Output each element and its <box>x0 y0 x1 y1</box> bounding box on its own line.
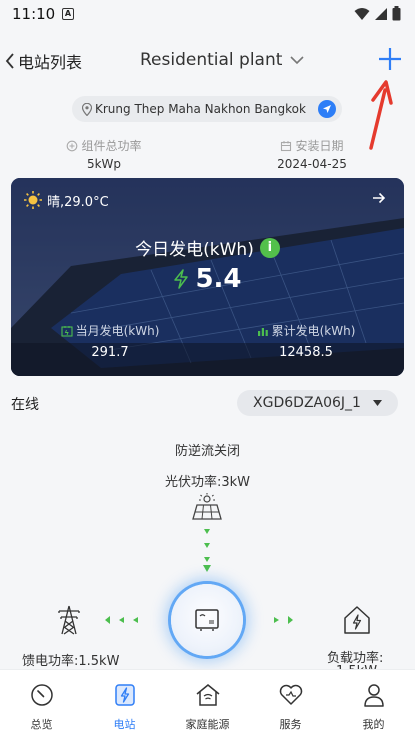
plant-selector[interactable]: Residential plant <box>140 50 304 70</box>
anti-backflow-status: 防逆流关闭 <box>174 444 240 459</box>
navigate-icon[interactable] <box>318 100 336 118</box>
install-label: 安装日期 <box>295 139 344 153</box>
tab-service-label: 服务 <box>279 718 302 731</box>
annotation-arrow-icon <box>369 80 393 150</box>
gauge-icon <box>30 684 53 706</box>
calendar-icon <box>61 325 73 337</box>
grid-flow-arrows <box>105 616 138 624</box>
add-button[interactable] <box>377 46 403 72</box>
sun-icon <box>24 191 42 209</box>
status-time: 11:10 <box>12 5 56 23</box>
month-value: 291.7 <box>91 345 129 360</box>
weather-text: 晴,29.0°C <box>47 194 109 210</box>
load-house-icon <box>344 606 370 634</box>
location-text: Krung Thep Maha Nakhon Bangkok <box>95 102 306 116</box>
device-name: XGD6DZA06J_1 <box>253 395 361 411</box>
capacity-info: 组件总功率 5kWp <box>58 137 150 171</box>
chevron-down-icon <box>290 55 304 64</box>
weather-info: 晴,29.0°C <box>23 190 109 210</box>
bar-chart-icon <box>257 327 268 336</box>
today-title-text: 今日发电(kWh) <box>135 240 254 260</box>
tab-overview-label: 总览 <box>30 718 53 731</box>
capacity-value: 5kWp <box>86 157 122 171</box>
install-date-info: 安装日期 2024-04-25 <box>268 137 356 171</box>
device-selector[interactable]: XGD6DZA06J_1 <box>237 390 398 416</box>
app-notification-icon: A <box>62 8 74 20</box>
grid-tower-icon <box>58 605 80 635</box>
person-icon <box>363 684 384 707</box>
today-generation: 5.4 <box>11 264 404 294</box>
tab-station[interactable]: 电站 <box>83 670 166 739</box>
total-label: 累计发电(kWh) <box>271 324 356 338</box>
tab-home-energy-label: 家庭能源 <box>185 718 230 731</box>
status-bar: 11:10 A <box>0 0 415 30</box>
tab-station-label: 电站 <box>113 718 136 731</box>
bottom-tab-bar: 总览 电站 家庭能源 服务 我的 <box>0 669 415 739</box>
back-button[interactable]: 电站列表 <box>4 49 82 73</box>
arrow-right-icon[interactable] <box>372 192 386 204</box>
info-icon[interactable]: i <box>259 237 280 258</box>
capacity-label: 组件总功率 <box>81 139 142 153</box>
generation-card[interactable]: 晴,29.0°C 今日发电(kWh) i 5.4 当月发电(kWh) 291.7… <box>11 178 404 376</box>
back-label: 电站列表 <box>18 53 83 72</box>
install-value: 2024-04-25 <box>277 157 347 171</box>
tab-me[interactable]: 我的 <box>332 670 415 739</box>
tab-home-energy[interactable]: 家庭能源 <box>166 670 249 739</box>
total-generation: 累计发电(kWh) 12458.5 <box>231 322 381 360</box>
location-pin-icon <box>82 102 92 116</box>
grid-power: 馈电功率:1.5kW <box>22 654 120 669</box>
battery-icon <box>392 6 401 21</box>
tab-overview[interactable]: 总览 <box>0 670 83 739</box>
tab-me-label: 我的 <box>362 718 385 731</box>
status-icons <box>354 6 401 21</box>
total-value: 12458.5 <box>279 345 333 360</box>
station-icon <box>114 684 135 706</box>
today-generation-title: 今日发电(kWh) i <box>11 235 404 260</box>
today-value: 5.4 <box>195 264 242 294</box>
pv-flow-arrows <box>203 529 211 572</box>
device-status: 在线 <box>11 397 39 413</box>
wifi-icon <box>354 7 370 20</box>
chevron-left-icon <box>5 53 14 69</box>
plant-name: Residential plant <box>140 50 283 70</box>
tab-service[interactable]: 服务 <box>249 670 332 739</box>
solar-panel-icon <box>192 493 222 520</box>
panel-capacity-icon <box>67 140 78 151</box>
service-heart-icon <box>279 684 302 705</box>
header: 电站列表 Residential plant <box>0 40 415 80</box>
inverter-node[interactable] <box>171 584 243 656</box>
load-flow-arrows <box>274 616 293 624</box>
lightning-icon <box>174 269 189 289</box>
location-pill[interactable]: Krung Thep Maha Nakhon Bangkok <box>72 96 342 122</box>
pv-power: 光伏功率:3kW <box>164 475 251 490</box>
month-label: 当月发电(kWh) <box>75 324 160 338</box>
month-generation: 当月发电(kWh) 291.7 <box>35 322 185 360</box>
signal-icon <box>375 7 387 20</box>
home-energy-icon <box>196 684 219 706</box>
install-date-icon <box>281 140 292 151</box>
caret-down-icon <box>372 400 382 406</box>
inverter-icon <box>195 609 219 631</box>
